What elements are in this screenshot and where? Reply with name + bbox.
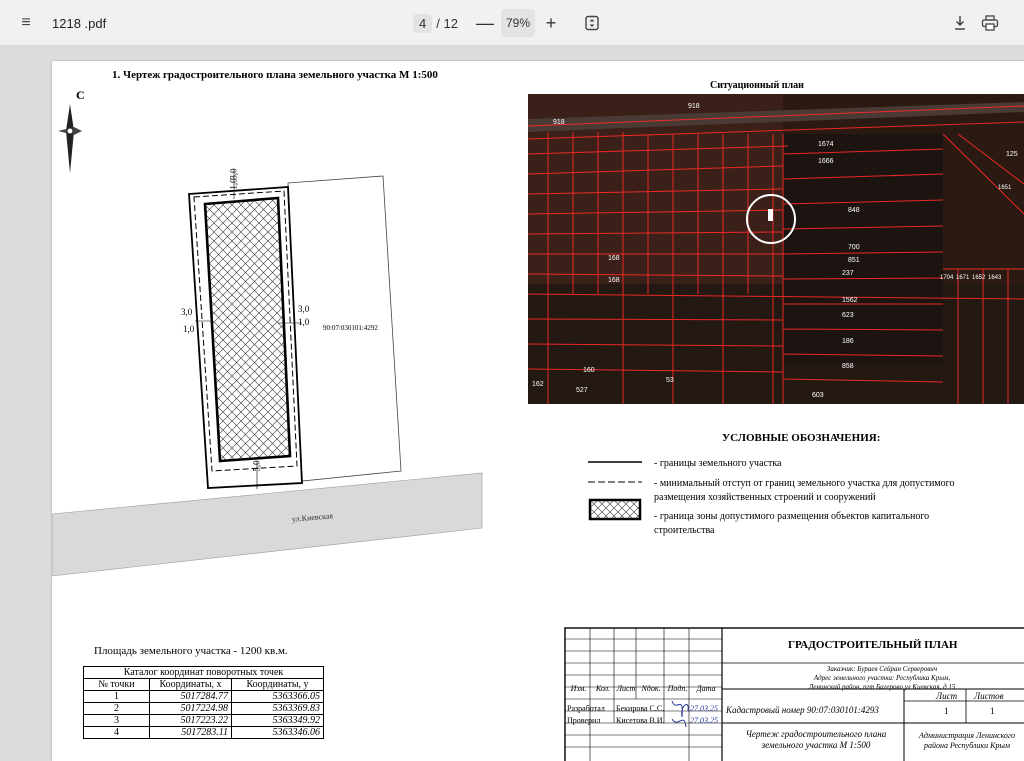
svg-text:848: 848 bbox=[848, 207, 860, 214]
page-indicator: 4 / 12 bbox=[413, 9, 458, 37]
coords-header: Координаты, у bbox=[231, 678, 324, 691]
coords-caption: Каталог координат поворотных точек bbox=[83, 666, 324, 679]
svg-text:1666: 1666 bbox=[818, 158, 834, 165]
legend-symbols bbox=[588, 461, 642, 521]
page-number-input[interactable]: 4 bbox=[413, 13, 433, 33]
dim-right-1: 3,0 bbox=[298, 304, 310, 314]
sign-date-1: 27.03.25 bbox=[690, 704, 718, 713]
svg-text:1562: 1562 bbox=[842, 297, 858, 304]
svg-text:1651: 1651 bbox=[998, 185, 1012, 191]
svg-text:237: 237 bbox=[842, 270, 854, 277]
zoom-level-input[interactable]: 79% bbox=[501, 9, 535, 37]
table-row: 4 5017283.11 5363346.06 bbox=[83, 726, 324, 739]
checker-name: Кисетова В.И. bbox=[616, 716, 665, 725]
zoom-out-button[interactable]: — bbox=[474, 9, 496, 37]
drawing-name: Чертеж градостроительного плана земельно… bbox=[745, 729, 887, 750]
buildable-zone bbox=[203, 196, 292, 463]
svg-text:1643: 1643 bbox=[988, 275, 1002, 281]
title-block-columns: Изм. Кол. Лист Nдок. Подп. Дата bbox=[570, 684, 716, 693]
checker-role: Проверил bbox=[567, 716, 601, 725]
svg-text:160: 160 bbox=[583, 367, 595, 374]
site-plan-title: Ситуационный план bbox=[710, 80, 804, 91]
pdf-page: 1. Чертеж градостроительного плана земел… bbox=[52, 61, 1024, 761]
file-name: 1218 .pdf bbox=[52, 15, 107, 31]
svg-text:603: 603 bbox=[812, 392, 824, 399]
svg-text:186: 186 bbox=[842, 338, 854, 345]
svg-text:918: 918 bbox=[553, 119, 565, 126]
svg-text:168: 168 bbox=[608, 255, 620, 262]
legend-item-zone: - граница зоны допустимого размещения об… bbox=[654, 511, 930, 536]
plot-drawing bbox=[52, 104, 483, 577]
developer-name: Бекирова С.С. bbox=[616, 704, 665, 713]
dim-left-1: 3,0 bbox=[181, 307, 193, 317]
svg-text:851: 851 bbox=[848, 257, 860, 264]
table-row: 1 5017284.77 5363366.05 bbox=[83, 690, 324, 703]
sheets-value: 1 bbox=[990, 706, 995, 716]
pdf-toolbar: ≡ 1218 .pdf 4 / 12 — 79% + bbox=[0, 0, 1024, 46]
svg-text:527: 527 bbox=[576, 387, 588, 394]
page-total: / 12 bbox=[436, 15, 458, 31]
sheet-value: 1 bbox=[944, 706, 949, 716]
sheet-label: Лист bbox=[936, 691, 958, 701]
cadastral-number: Кадастровый номер 90:07:030101:4293 bbox=[726, 705, 879, 715]
svg-text:1704: 1704 bbox=[940, 275, 954, 281]
svg-text:125: 125 bbox=[1006, 151, 1018, 158]
legend-title: УСЛОВНЫЕ ОБОЗНАЧЕНИЯ: bbox=[722, 432, 881, 444]
svg-text:168: 168 bbox=[608, 277, 620, 284]
svg-text:918: 918 bbox=[688, 103, 700, 110]
sign-date-2: 27.03.25 bbox=[690, 716, 718, 725]
download-icon[interactable] bbox=[948, 9, 972, 37]
svg-text:1652: 1652 bbox=[972, 275, 986, 281]
compass-icon bbox=[58, 104, 82, 173]
legend-item-boundary: - границы земельного участка bbox=[654, 458, 782, 469]
street-band bbox=[52, 472, 483, 577]
dim-top-2: 1,0 bbox=[228, 178, 239, 190]
coords-header: Координаты, х bbox=[149, 678, 232, 691]
fit-page-icon[interactable] bbox=[580, 9, 604, 37]
svg-text:1674: 1674 bbox=[818, 141, 834, 148]
dim-bottom: 5,0 bbox=[251, 460, 262, 472]
sheets-label: Листов bbox=[974, 691, 1004, 701]
print-icon[interactable] bbox=[978, 9, 1002, 37]
developer-role: Разработал bbox=[567, 704, 605, 713]
svg-text:1671: 1671 bbox=[956, 275, 970, 281]
svg-text:858: 858 bbox=[842, 363, 854, 370]
legend-item-setback: - минимальный отступ от границ земельног… bbox=[654, 478, 955, 503]
svg-text:162: 162 bbox=[532, 381, 544, 388]
menu-icon[interactable]: ≡ bbox=[12, 9, 40, 37]
organization-name: Администрация Ленинского района Республи… bbox=[918, 731, 1016, 750]
title-block-heading: ГРАДОСТРОИТЕЛЬНЫЙ ПЛАН bbox=[788, 639, 958, 651]
zoom-in-button[interactable]: + bbox=[540, 9, 562, 37]
svg-text:53: 53 bbox=[666, 377, 674, 384]
table-row: 3 5017223.22 5363349.92 bbox=[83, 714, 324, 727]
svg-text:623: 623 bbox=[842, 312, 854, 319]
plot-area: Площадь земельного участка - 1200 кв.м. bbox=[94, 645, 288, 657]
cadastral-label: 90:07:030101:4292 bbox=[323, 324, 378, 332]
coords-table: Каталог координат поворотных точек № точ… bbox=[83, 666, 324, 739]
site-plan-map: 918 918 1674 1666 848 700 851 237 1562 6… bbox=[528, 94, 1024, 404]
dim-right-2: 1,0 bbox=[298, 317, 310, 327]
table-row: 2 5017224.98 5363369.83 bbox=[83, 702, 324, 715]
title-block-customer: Заказчик: Бураев Сейран Серверович Адрес… bbox=[808, 665, 956, 691]
svg-text:700: 700 bbox=[848, 244, 860, 251]
coords-header: № точки bbox=[83, 678, 150, 691]
dim-left-2: 1,0 bbox=[183, 324, 195, 334]
